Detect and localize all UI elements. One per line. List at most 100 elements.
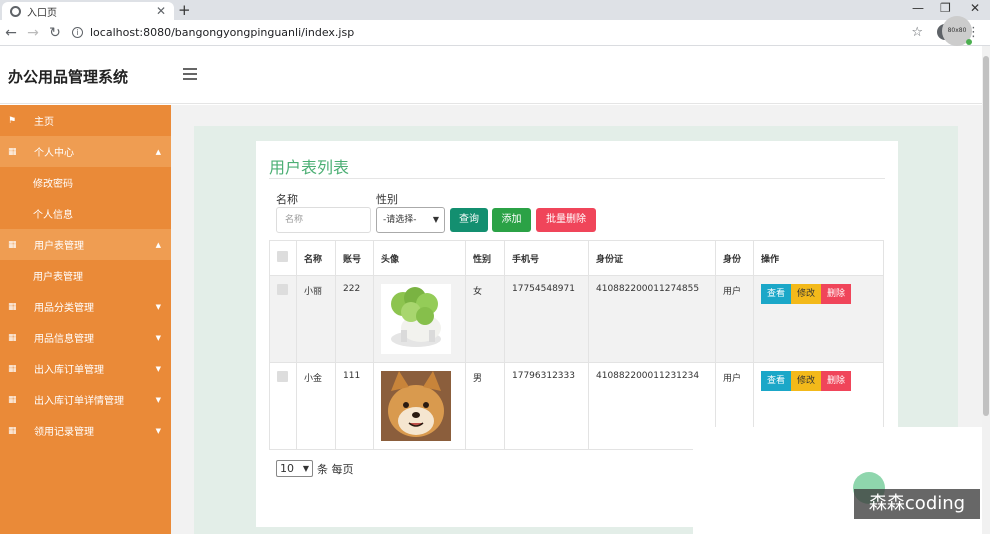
sidebar-item-label: 用户表管理	[34, 241, 84, 252]
online-status-dot	[966, 39, 972, 45]
column-header[interactable]: 身份证	[588, 240, 716, 276]
chevron-up-icon: ▲	[155, 147, 161, 156]
column-header[interactable]: 身份	[715, 240, 754, 276]
sidebar-item-usage-record-management[interactable]: ▦ 领用记录管理 ▼	[0, 415, 171, 446]
select-all-cell	[269, 240, 297, 276]
user-table: 名称 账号 头像 性别 手机号 身份证 身份 操作 小丽 222 女 17754…	[269, 240, 884, 450]
delete-button[interactable]: 删除	[821, 371, 852, 391]
batch-delete-button[interactable]: 批量删除	[536, 208, 596, 232]
sidebar-item-supplies-management[interactable]: ▦ 用品信息管理 ▼	[0, 322, 171, 353]
row-checkbox[interactable]	[277, 284, 288, 295]
page-size-select[interactable]: 10 ▼	[276, 460, 313, 477]
sidebar-item-label: 出入库订单详情管理	[34, 396, 124, 407]
table-row: 小丽 222 女 17754548971 410882200011274855 …	[269, 275, 884, 363]
name-cell: 小金	[296, 362, 336, 450]
minimize-icon[interactable]: —	[912, 1, 924, 15]
sidebar-item-label: 主页	[34, 117, 54, 128]
grid-icon: ▦	[8, 332, 17, 343]
chevron-down-icon: ▼	[155, 426, 161, 435]
forward-icon[interactable]: →	[22, 25, 44, 41]
browser-tab-bar: 入口页 ✕ + — ❐ ✕	[0, 0, 990, 20]
table-header-row: 名称 账号 头像 性别 手机号 身份证 身份 操作	[269, 240, 884, 276]
name-cell: 小丽	[296, 275, 336, 363]
account-cell: 111	[335, 362, 374, 450]
address-bar: ← → ↻ i localhost:8080/bangongyongpingua…	[0, 20, 990, 46]
url-text: localhost:8080/bangongyongpinguanli/inde…	[90, 26, 355, 39]
sidebar-item-stock-order-management[interactable]: ▦ 出入库订单管理 ▼	[0, 353, 171, 384]
column-header[interactable]: 名称	[296, 240, 336, 276]
page-title: 用户表列表	[269, 158, 350, 177]
sidebar-item-category-management[interactable]: ▦ 用品分类管理 ▼	[0, 291, 171, 322]
role-cell: 用户	[715, 275, 754, 363]
query-button[interactable]: 查询	[450, 208, 488, 232]
chevron-down-icon: ▼	[432, 215, 439, 224]
back-icon[interactable]: ←	[0, 25, 22, 41]
actions-cell: 查看 修改 删除	[753, 275, 884, 363]
select-all-checkbox[interactable]	[277, 251, 288, 262]
view-button[interactable]: 查看	[761, 284, 792, 304]
pagination: 10 ▼ 条 每页	[276, 460, 354, 477]
tab-title: 入口页	[27, 7, 57, 19]
url-field[interactable]: i localhost:8080/bangongyongpinguanli/in…	[72, 26, 354, 39]
sidebar-subitem-personal-info[interactable]: 个人信息	[0, 198, 171, 229]
gender-select[interactable]: -请选择- ▼	[376, 207, 445, 233]
window-close-icon[interactable]: ✕	[970, 1, 980, 15]
sidebar-item-label: 用品信息管理	[34, 334, 94, 345]
restore-icon[interactable]: ❐	[940, 1, 951, 15]
app-header: 办公用品管理系统	[0, 46, 982, 104]
grid-icon: ▦	[8, 394, 17, 405]
bookmark-star-icon[interactable]: ☆	[911, 25, 923, 40]
browser-tab[interactable]: 入口页 ✕	[2, 2, 174, 20]
delete-button[interactable]: 删除	[821, 284, 852, 304]
page-size-value: 10	[280, 462, 294, 475]
avatar-image-shiba	[381, 371, 451, 441]
new-tab-icon[interactable]: +	[178, 1, 191, 19]
flag-icon: ⚑	[8, 115, 17, 126]
account-cell: 222	[335, 275, 374, 363]
gender-cell: 男	[465, 362, 505, 450]
chevron-down-icon: ▼	[155, 302, 161, 311]
gender-label: 性别	[376, 193, 398, 206]
row-checkbox[interactable]	[277, 371, 288, 382]
add-button[interactable]: 添加	[492, 208, 531, 232]
close-tab-icon[interactable]: ✕	[156, 4, 166, 18]
avatar-image-cabbage	[381, 284, 451, 354]
app-title: 办公用品管理系统	[8, 68, 129, 86]
phone-cell: 17754548971	[504, 275, 589, 363]
sidebar-subitem-user-management[interactable]: 用户表管理	[0, 260, 171, 291]
sidebar-item-stock-order-detail-management[interactable]: ▦ 出入库订单详情管理 ▼	[0, 384, 171, 415]
edit-button[interactable]: 修改	[791, 371, 822, 391]
sidebar-subitem-change-password[interactable]: 修改密码	[0, 167, 171, 198]
grid-icon: ▦	[8, 363, 17, 374]
sidebar-item-personal-center[interactable]: ▦ 个人中心 ▲	[0, 136, 171, 167]
chevron-down-icon: ▼	[155, 364, 161, 373]
sidebar-item-label: 修改密码	[33, 179, 73, 190]
chevron-down-icon: ▼	[155, 395, 161, 404]
gender-cell: 女	[465, 275, 505, 363]
column-header[interactable]: 性别	[465, 240, 505, 276]
column-header[interactable]: 账号	[335, 240, 374, 276]
grid-icon: ▦	[8, 301, 17, 312]
sidebar-item-home[interactable]: ⚑ 主页	[0, 105, 171, 136]
sidebar-item-label: 个人中心	[34, 148, 74, 159]
sidebar-item-user-management[interactable]: ▦ 用户表管理 ▲	[0, 229, 171, 260]
name-search-input[interactable]: 名称	[276, 207, 371, 233]
hamburger-icon[interactable]	[183, 68, 197, 83]
sidebar: ⚑ 主页 ▦ 个人中心 ▲ 修改密码 个人信息 ▦ 用户表管理 ▲ 用户表管理 …	[0, 105, 171, 534]
avatar-cell	[373, 275, 466, 363]
name-label: 名称	[276, 193, 298, 206]
edit-button[interactable]: 修改	[791, 284, 822, 304]
info-icon[interactable]: i	[72, 27, 83, 38]
avatar-cell	[373, 362, 466, 450]
chevron-up-icon: ▲	[155, 240, 161, 249]
watermark: 森森coding	[854, 489, 980, 519]
row-select-cell	[269, 362, 297, 450]
scrollbar-thumb[interactable]	[983, 56, 989, 416]
sidebar-item-label: 个人信息	[33, 210, 73, 221]
view-button[interactable]: 查看	[761, 371, 792, 391]
reload-icon[interactable]: ↻	[44, 25, 66, 41]
grid-icon: ▦	[8, 239, 17, 250]
column-header[interactable]: 手机号	[504, 240, 589, 276]
column-header[interactable]: 操作	[753, 240, 884, 276]
column-header[interactable]: 头像	[373, 240, 466, 276]
